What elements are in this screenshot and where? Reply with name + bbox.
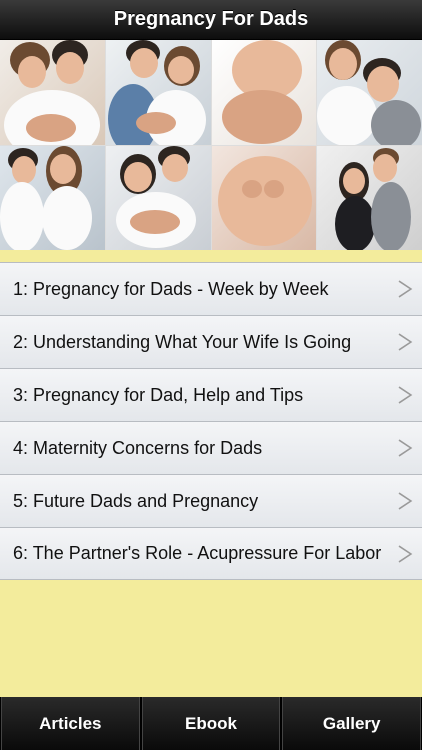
list-item-label: 2: Understanding What Your Wife Is Going — [13, 331, 352, 352]
tab-label: Articles — [39, 713, 102, 733]
list-item-label: 3: Pregnancy for Dad, Help and Tips — [13, 384, 304, 405]
couple-photo — [105, 145, 211, 250]
list-item-article-2[interactable]: 2: Understanding What Your Wife Is Going — [0, 315, 422, 368]
list-item-label: 4: Maternity Concerns for Dads — [13, 437, 263, 458]
navigation-bar: Pregnancy For Dads — [0, 0, 422, 40]
chevron-right-icon — [398, 492, 413, 510]
list-item-article-6[interactable]: 6: The Partner's Role - Acupressure For … — [0, 527, 422, 580]
chevron-right-icon — [398, 439, 413, 457]
article-list: 1: Pregnancy for Dads - Week by Week 2: … — [0, 262, 422, 580]
chevron-right-icon — [398, 333, 413, 351]
couple-photo — [317, 145, 422, 250]
chevron-right-icon — [398, 386, 413, 404]
couple-photo — [0, 145, 105, 250]
list-item-article-4[interactable]: 4: Maternity Concerns for Dads — [0, 421, 422, 474]
tab-gallery[interactable]: Gallery — [282, 697, 422, 750]
list-item-article-3[interactable]: 3: Pregnancy for Dad, Help and Tips — [0, 368, 422, 421]
tab-bar: Articles Ebook Gallery — [0, 697, 422, 750]
list-item-label: 5: Future Dads and Pregnancy — [13, 490, 259, 511]
page-title: Pregnancy For Dads — [113, 8, 309, 30]
chevron-right-icon — [398, 544, 413, 563]
chevron-right-icon — [398, 280, 413, 298]
couple-photo — [105, 40, 211, 145]
list-item-article-1[interactable]: 1: Pregnancy for Dads - Week by Week — [0, 262, 422, 315]
tab-label: Ebook — [185, 713, 237, 733]
list-item-label: 6: The Partner's Role - Acupressure For … — [13, 543, 382, 563]
couple-photo — [0, 40, 105, 145]
photo-banner — [0, 40, 422, 250]
tab-articles[interactable]: Articles — [1, 697, 140, 750]
list-item-article-5[interactable]: 5: Future Dads and Pregnancy — [0, 474, 422, 527]
list-item-label: 1: Pregnancy for Dads - Week by Week — [13, 278, 329, 299]
heart-hands-photo — [211, 145, 317, 250]
tab-label: Gallery — [322, 713, 381, 733]
pregnant-belly-photo — [211, 40, 317, 145]
tab-ebook[interactable]: Ebook — [141, 697, 281, 750]
couple-photo — [317, 40, 422, 145]
